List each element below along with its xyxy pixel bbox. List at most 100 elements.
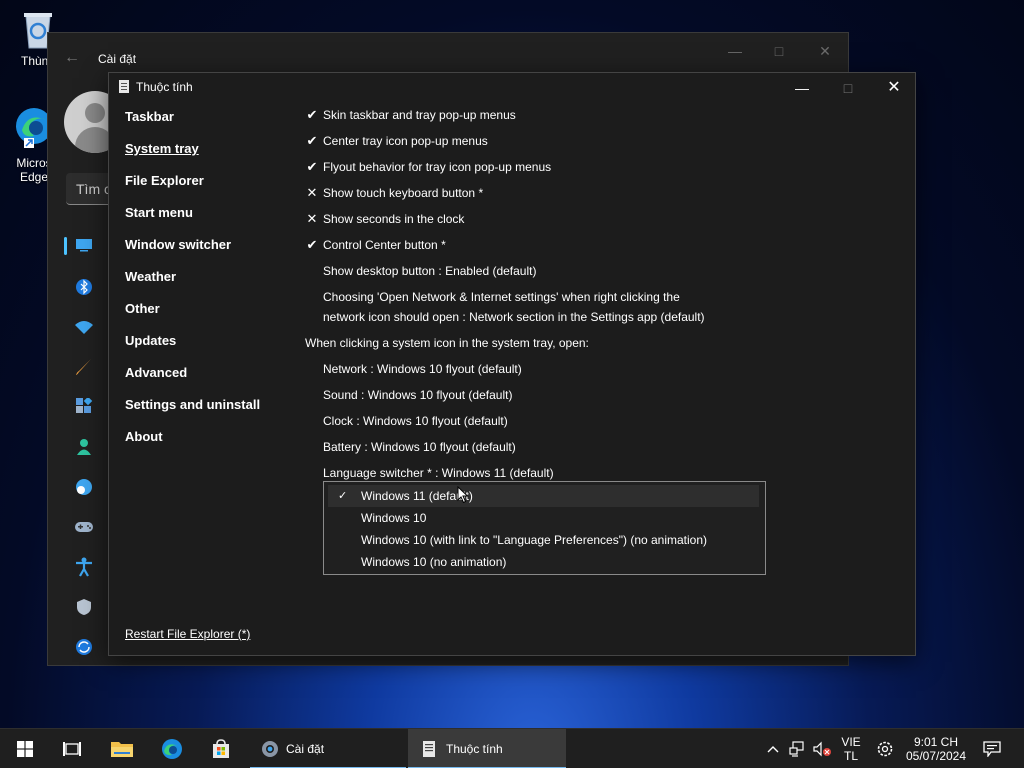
sidebar-item-start-menu[interactable]: Start menu <box>125 205 295 237</box>
option-flyout-behavior[interactable]: ✔ Flyout behavior for tray icon pop-up m… <box>305 157 905 183</box>
gear-icon <box>262 741 278 757</box>
properties-window-title: Thuộc tính <box>136 80 193 94</box>
sidebar-item-advanced[interactable]: Advanced <box>125 365 295 397</box>
option-label: Battery : Windows 10 flyout (default) <box>323 440 516 454</box>
taskbar-app-label: Thuộc tính <box>446 742 503 756</box>
notification-center-button[interactable] <box>978 729 1006 768</box>
sidebar-item-system-tray[interactable]: System tray <box>125 141 295 173</box>
personalization-icon[interactable] <box>74 357 94 377</box>
sidebar-item-taskbar[interactable]: Taskbar <box>125 109 295 141</box>
cross-icon: ✕ <box>306 185 318 200</box>
sidebar-item-weather[interactable]: Weather <box>125 269 295 301</box>
task-view-button[interactable] <box>57 729 87 768</box>
privacy-icon[interactable] <box>74 597 94 617</box>
properties-icon <box>423 741 435 757</box>
minimize-icon[interactable]: — <box>720 43 750 59</box>
option-control-center[interactable]: ✔ Control Center button * <box>305 235 905 261</box>
option-center-tray[interactable]: ✔ Center tray icon pop-up menus <box>305 131 905 157</box>
option-label: Choosing 'Open Network & Internet settin… <box>323 287 705 327</box>
option-label: Show desktop button : Enabled (default) <box>323 264 537 278</box>
sidebar-item-other[interactable]: Other <box>125 301 295 333</box>
windows-logo-icon <box>17 741 33 757</box>
tray-network-button[interactable] <box>786 729 810 768</box>
option-label-line1: Choosing 'Open Network & Internet settin… <box>323 290 680 304</box>
section-heading-row: When clicking a system icon in the syste… <box>305 333 905 359</box>
option-label-line2: network icon should open : Network secti… <box>323 310 705 324</box>
accessibility-icon[interactable] <box>74 557 94 577</box>
option-network-flyout[interactable]: Network : Windows 10 flyout (default) <box>305 359 905 385</box>
check-icon: ✔ <box>306 237 318 252</box>
tray-clock[interactable]: 9:01 CH 05/07/2024 <box>904 729 968 768</box>
gaming-icon[interactable] <box>74 517 94 537</box>
clock-time: 9:01 CH <box>913 735 959 749</box>
taskbar-app-settings[interactable]: Cài đặt <box>250 729 406 768</box>
network-icon[interactable] <box>74 317 94 337</box>
notification-icon <box>983 741 1001 757</box>
taskbar: Cài đặt Thuộc tính VIE TL 9:01 CH 05/07/… <box>0 728 1024 768</box>
option-show-desktop[interactable]: Show desktop button : Enabled (default) <box>305 261 905 287</box>
sidebar-item-settings-uninstall[interactable]: Settings and uninstall <box>125 397 295 429</box>
apps-icon[interactable] <box>74 397 94 417</box>
check-icon: ✔ <box>306 107 318 122</box>
input-language-label: VIE <box>841 735 861 749</box>
time-language-icon[interactable] <box>74 477 94 497</box>
taskbar-app-properties[interactable]: Thuộc tính <box>408 729 566 768</box>
nav-selected-indicator <box>64 237 67 255</box>
file-explorer-button[interactable] <box>106 729 138 768</box>
settings-window-title: Cài đặt <box>98 52 137 66</box>
maximize-icon[interactable]: □ <box>825 76 871 100</box>
properties-sidebar: Taskbar System tray File Explorer Start … <box>125 109 295 461</box>
tray-overflow-button[interactable] <box>762 729 784 768</box>
dropdown-option-windows-10-no-animation[interactable]: Windows 10 (no animation) <box>324 551 765 573</box>
taskbar-app-label: Cài đặt <box>286 742 325 756</box>
close-icon[interactable]: ✕ <box>871 76 917 100</box>
task-view-icon <box>63 742 81 756</box>
language-switcher-dropdown[interactable]: ✓ Windows 11 (default) Windows 10 Window… <box>323 481 766 575</box>
sidebar-item-window-switcher[interactable]: Window switcher <box>125 237 295 269</box>
option-battery-flyout[interactable]: Battery : Windows 10 flyout (default) <box>305 437 905 463</box>
option-label: Show seconds in the clock <box>323 212 465 226</box>
dropdown-option-windows-10[interactable]: Windows 10 <box>324 507 765 529</box>
option-label: Sound : Windows 10 flyout (default) <box>323 388 513 402</box>
back-arrow-icon[interactable]: ← <box>64 49 80 67</box>
store-button[interactable] <box>205 729 237 768</box>
dropdown-option-label: Windows 10 (no animation) <box>361 555 507 569</box>
option-touch-keyboard[interactable]: ✕ Show touch keyboard button * <box>305 183 905 209</box>
option-show-seconds[interactable]: ✕ Show seconds in the clock <box>305 209 905 235</box>
sidebar-item-about[interactable]: About <box>125 429 295 461</box>
close-icon[interactable]: ✕ <box>810 43 840 60</box>
check-icon: ✓ <box>338 490 348 502</box>
option-label: Skin taskbar and tray pop-up menus <box>323 108 516 122</box>
store-icon <box>213 739 229 758</box>
dropdown-option-windows-10-link[interactable]: Windows 10 (with link to "Language Prefe… <box>324 529 765 551</box>
option-clock-flyout[interactable]: Clock : Windows 10 flyout (default) <box>305 411 905 437</box>
tray-volume-button[interactable] <box>810 729 834 768</box>
maximize-icon[interactable]: □ <box>764 43 794 59</box>
option-network-settings[interactable]: Choosing 'Open Network & Internet settin… <box>305 287 905 333</box>
check-icon: ✔ <box>306 133 318 148</box>
option-label: Flyout behavior for tray icon pop-up men… <box>323 160 552 174</box>
tray-settings-button[interactable] <box>872 729 898 768</box>
windows-update-icon[interactable] <box>74 637 94 657</box>
dropdown-option-label: Windows 10 <box>361 511 427 525</box>
folder-icon <box>111 742 133 757</box>
accounts-icon[interactable] <box>74 437 94 457</box>
option-sound-flyout[interactable]: Sound : Windows 10 flyout (default) <box>305 385 905 411</box>
edge-button[interactable] <box>156 729 188 768</box>
sidebar-item-updates[interactable]: Updates <box>125 333 295 365</box>
properties-window: Thuộc tính — □ ✕ Taskbar System tray Fil… <box>108 72 916 656</box>
start-button[interactable] <box>10 729 40 768</box>
option-label: Center tray icon pop-up menus <box>323 134 488 148</box>
system-icon[interactable] <box>74 235 94 255</box>
dropdown-option-windows-11[interactable]: ✓ Windows 11 (default) <box>328 485 759 507</box>
sidebar-item-file-explorer[interactable]: File Explorer <box>125 173 295 205</box>
minimize-icon[interactable]: — <box>779 76 825 100</box>
section-heading: When clicking a system icon in the syste… <box>305 336 589 350</box>
option-skin-taskbar[interactable]: ✔ Skin taskbar and tray pop-up menus <box>305 105 905 131</box>
option-label: Show touch keyboard button * <box>323 186 484 200</box>
bluetooth-icon[interactable] <box>74 277 94 297</box>
option-label: Control Center button * <box>323 238 446 252</box>
edge-icon <box>162 739 182 759</box>
restart-file-explorer-link[interactable]: Restart File Explorer (*) <box>125 627 250 641</box>
tray-input-language-button[interactable]: VIE TL <box>836 729 866 768</box>
